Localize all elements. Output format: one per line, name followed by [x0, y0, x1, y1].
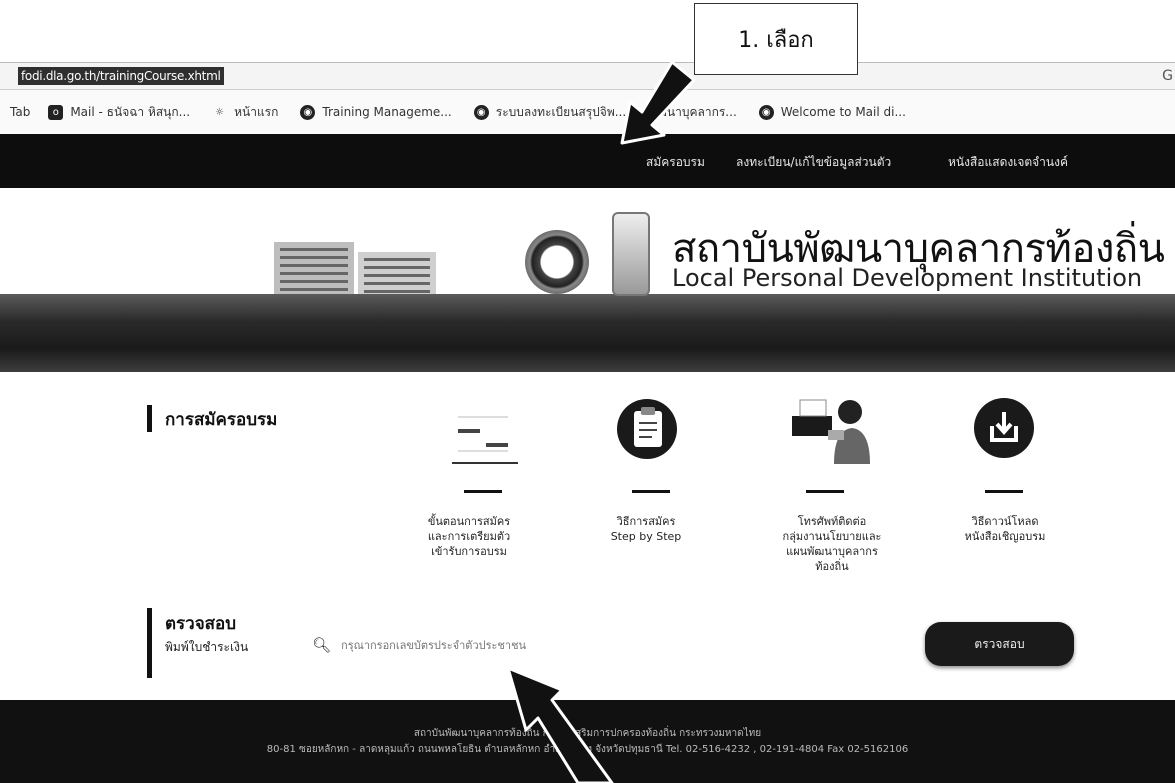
- nav-item-letter[interactable]: หนังสือแสดงเจตจำนงค์: [948, 153, 1068, 172]
- bookmark-mail-di[interactable]: ◉ Welcome to Mail di...: [758, 104, 906, 120]
- id-search-box[interactable]: 🔍︎: [312, 636, 602, 654]
- card-divider: [806, 490, 844, 493]
- mail-icon: o: [48, 104, 64, 120]
- register-heading: การสมัครอบรม: [165, 410, 278, 430]
- bookmark-personnel[interactable]: พัฒนาบุคลากร...: [648, 103, 737, 122]
- card-line: วิธีการสมัคร: [616, 515, 676, 528]
- card-line: วิธีดาวน์โหลด: [971, 515, 1039, 528]
- bookmark-home[interactable]: ☼ หน้าแรก: [212, 103, 278, 122]
- page-top-margin: [0, 0, 1175, 62]
- card-line: หนังสือเชิญอบรม: [964, 530, 1046, 543]
- bookmark-register[interactable]: ◉ ระบบลงทะเบียนสรุปจิพ...: [473, 103, 627, 122]
- bookmarks-bar: Tab o Mail - ธนัจฉา หิสนุก... ☼ หน้าแรก …: [0, 90, 1175, 134]
- bookmark-label: พัฒนาบุคลากร...: [648, 104, 737, 119]
- bookmark-label: Welcome to Mail di...: [780, 105, 906, 119]
- bookmark-label: ระบบลงทะเบียนสรุปจิพ...: [495, 104, 627, 119]
- card-line: และการเตรียมตัว: [427, 530, 511, 543]
- card-divider: [632, 490, 670, 493]
- browser-menu-icon[interactable]: G: [1162, 68, 1173, 84]
- card-label-contact[interactable]: โทรศัพท์ติดต่อ กลุ่มงานนโยบายและ แผนพัฒน…: [774, 514, 890, 574]
- card-line: โทรศัพท์ติดต่อ: [797, 515, 867, 528]
- institute-emblem-logo: [612, 212, 650, 296]
- dla-seal-logo: [525, 230, 589, 294]
- bookmark-mail[interactable]: o Mail - ธนัจฉา หิสนุก...: [48, 103, 190, 122]
- card-label-download[interactable]: วิธีดาวน์โหลด หนังสือเชิญอบรม: [950, 514, 1060, 544]
- card-line: เข้ารับการอบรม: [431, 545, 507, 558]
- footer-org-line: สถาบันพัฒนาบุคลากรท้องถิ่น กรมส่งเสริมกา…: [413, 728, 762, 739]
- download-card[interactable]: [972, 396, 1036, 460]
- card-line: แผนพัฒนาบุคลากร: [786, 545, 878, 558]
- bookmark-training[interactable]: ◉ Training Manageme...: [300, 104, 452, 120]
- footer-address-line: 80-81 ซอยหลักหก - ลาดหลุมแก้ว ถนนพหลโยธิ…: [266, 744, 909, 755]
- globe-icon: ◉: [300, 104, 316, 120]
- clipboard-icon: [617, 399, 677, 459]
- card-line: Step by Step: [610, 530, 682, 543]
- card-divider: [464, 490, 502, 493]
- card-line: ท้องถิ่น: [815, 560, 849, 573]
- institute-title-english: Local Personal Development Institution: [672, 264, 1143, 292]
- globe-icon: ◉: [473, 104, 489, 120]
- bookmark-label: Training Manageme...: [322, 105, 452, 119]
- card-line: ขั้นตอนการสมัคร: [427, 515, 511, 528]
- payment-slip-label: พิมพ์ใบชำระเงิน: [165, 640, 249, 654]
- instruction-callout: 1. เลือก: [694, 3, 858, 75]
- nav-item-register[interactable]: สมัครอบรม: [646, 153, 705, 172]
- header-banner: สถาบันพัฒนาบุคลากรท้องถิ่น Local Persona…: [0, 188, 1175, 372]
- address-bar[interactable]: fodi.dla.go.th/trainingCourse.xhtml G: [0, 62, 1175, 90]
- main-navbar: สมัครอบรม ลงทะเบียน/แก้ไขข้อมูลส่วนตัว ห…: [0, 134, 1175, 188]
- card-label-step-by-step[interactable]: วิธีการสมัคร Step by Step: [600, 514, 692, 544]
- page-footer: สถาบันพัฒนาบุคลากรท้องถิ่น กรมส่งเสริมกา…: [0, 700, 1175, 783]
- treeline-image: [0, 294, 1175, 372]
- nav-item-profile[interactable]: ลงทะเบียน/แก้ไขข้อมูลส่วนตัว: [736, 153, 891, 172]
- card-divider: [985, 490, 1023, 493]
- id-card-input[interactable]: [341, 638, 602, 652]
- check-heading: ตรวจสอบ: [165, 614, 237, 634]
- contact-person-icon: [792, 399, 870, 464]
- bookmark-label: หน้าแรก: [234, 104, 279, 119]
- section-accent-bar: [147, 405, 152, 432]
- document-steps-icon: [452, 411, 518, 464]
- bookmark-tab-label: Tab: [10, 105, 31, 119]
- check-button[interactable]: ตรวจสอบ: [925, 622, 1074, 666]
- card-line: กลุ่มงานนโยบายและ: [782, 530, 882, 543]
- url-text[interactable]: fodi.dla.go.th/trainingCourse.xhtml: [18, 67, 224, 85]
- search-icon: 🔍︎: [312, 636, 332, 654]
- bookmark-icon: ☼: [215, 106, 225, 118]
- bookmark-label: Mail - ธนัจฉา หิสนุก...: [70, 104, 191, 119]
- step-by-step-card[interactable]: [616, 395, 678, 465]
- globe-icon: ◉: [758, 104, 774, 120]
- download-icon: [974, 398, 1034, 458]
- contact-card[interactable]: [790, 390, 874, 466]
- card-label-steps[interactable]: ขั้นตอนการสมัคร และการเตรียมตัว เข้ารับก…: [414, 514, 524, 559]
- register-steps-card[interactable]: [448, 405, 522, 467]
- section-accent-bar: [147, 608, 152, 678]
